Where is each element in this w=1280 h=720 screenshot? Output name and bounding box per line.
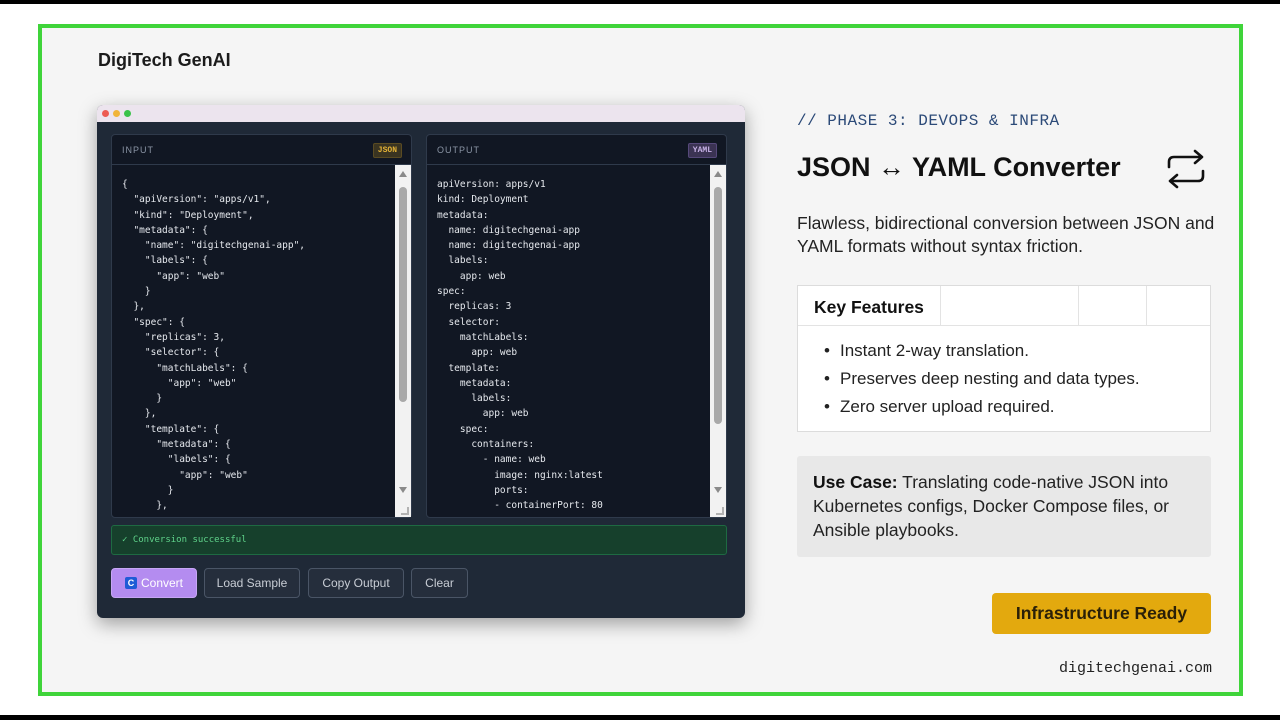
use-case-label: Use Case: bbox=[813, 472, 898, 492]
scroll-up-icon[interactable] bbox=[714, 171, 722, 177]
description: Flawless, bidirectional conversion betwe… bbox=[797, 213, 1215, 256]
input-scrollbar[interactable] bbox=[395, 165, 411, 517]
input-pane-header: INPUT JSON bbox=[112, 135, 411, 165]
list-item: Preserves deep nesting and data types. bbox=[824, 365, 1210, 393]
list-item: Zero server upload required. bbox=[824, 393, 1210, 421]
features-list: Instant 2-way translation. Preserves dee… bbox=[798, 326, 1210, 421]
convert-icon: C bbox=[124, 577, 137, 589]
arrows-swap-icon bbox=[1167, 149, 1205, 189]
input-editor[interactable]: { "apiVersion": "apps/v1", "kind": "Depl… bbox=[122, 177, 389, 515]
scroll-down-icon[interactable] bbox=[714, 487, 722, 493]
key-features-heading: Key Features bbox=[814, 297, 924, 317]
scroll-down-icon[interactable] bbox=[399, 487, 407, 493]
output-pane-header: OUTPUT YAML bbox=[427, 135, 726, 165]
scroll-thumb[interactable] bbox=[714, 187, 722, 424]
scroll-thumb[interactable] bbox=[399, 187, 407, 402]
website-url: digitechgenai.com bbox=[1059, 660, 1213, 677]
slide-frame: DigiTech GenAI INPUT JSON { "apiVersion"… bbox=[38, 24, 1243, 696]
resize-handle-icon[interactable] bbox=[401, 507, 409, 515]
load-sample-button[interactable]: Load Sample bbox=[204, 568, 300, 598]
scroll-up-icon[interactable] bbox=[399, 171, 407, 177]
output-pane-label: OUTPUT bbox=[437, 145, 480, 155]
close-window-icon[interactable] bbox=[102, 110, 109, 117]
key-features-header: Key Features bbox=[798, 286, 1210, 326]
infrastructure-ready-badge: Infrastructure Ready bbox=[992, 593, 1211, 634]
clear-button[interactable]: Clear bbox=[411, 568, 468, 598]
input-pane: INPUT JSON { "apiVersion": "apps/v1", "k… bbox=[111, 134, 412, 518]
convert-button[interactable]: C Convert bbox=[111, 568, 197, 598]
yaml-format-badge: YAML bbox=[687, 143, 717, 158]
window-titlebar bbox=[97, 105, 745, 122]
status-message: ✓ Conversion successful bbox=[111, 525, 727, 555]
convert-button-label: Convert bbox=[140, 576, 184, 590]
input-pane-label: INPUT bbox=[122, 145, 154, 155]
output-editor[interactable]: apiVersion: apps/v1 kind: Deployment met… bbox=[437, 177, 704, 515]
output-scrollbar[interactable] bbox=[710, 165, 726, 517]
key-features-card: Key Features Instant 2-way translation. … bbox=[797, 285, 1211, 432]
maximize-window-icon[interactable] bbox=[124, 110, 131, 117]
page-title: JSON ↔ YAML Converter bbox=[797, 152, 1121, 182]
output-pane: OUTPUT YAML apiVersion: apps/v1 kind: De… bbox=[426, 134, 727, 518]
converter-app-window: INPUT JSON { "apiVersion": "apps/v1", "k… bbox=[97, 105, 745, 618]
json-format-badge: JSON bbox=[372, 143, 402, 158]
resize-handle-icon[interactable] bbox=[716, 507, 724, 515]
list-item: Instant 2-way translation. bbox=[824, 337, 1210, 365]
phase-label: // PHASE 3: DEVOPS & INFRA bbox=[797, 112, 1060, 130]
divider bbox=[940, 286, 941, 326]
divider bbox=[1078, 286, 1079, 326]
divider bbox=[1146, 286, 1147, 326]
brand-title: DigiTech GenAI bbox=[98, 50, 231, 70]
use-case-box: Use Case: Translating code-native JSON i… bbox=[797, 456, 1211, 557]
copy-output-button[interactable]: Copy Output bbox=[308, 568, 404, 598]
minimize-window-icon[interactable] bbox=[113, 110, 120, 117]
